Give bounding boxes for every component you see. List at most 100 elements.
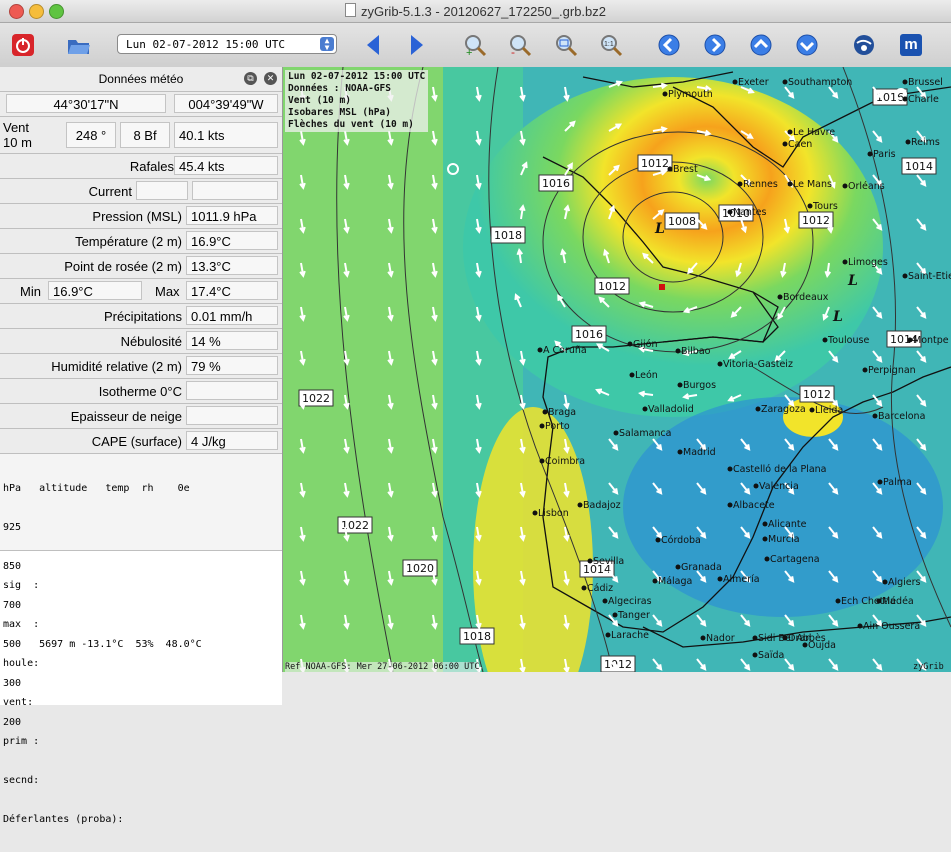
svg-text:1016: 1016 (542, 177, 570, 190)
zoom-fit-icon (554, 33, 578, 57)
wave-max: max : (3, 618, 279, 631)
pan-right-button[interactable] (702, 32, 728, 58)
pan-down-button[interactable] (794, 32, 820, 58)
city-dot (753, 636, 758, 641)
pan-up-button[interactable] (748, 32, 774, 58)
current-label: Current (89, 182, 132, 201)
city-label: Badajoz (583, 500, 621, 511)
open-file-button[interactable] (66, 32, 92, 58)
city-dot (630, 373, 635, 378)
city-label: Castelló de la Plana (733, 464, 827, 475)
globe-button[interactable] (851, 32, 877, 58)
power-button[interactable] (10, 32, 36, 58)
city-label: Coimbra (545, 456, 585, 467)
city-dot (540, 459, 545, 464)
next-date-button[interactable] (404, 32, 430, 58)
overlay-date: Lun 02-07-2012 15:00 UTC (288, 71, 425, 83)
city-dot (836, 599, 841, 604)
city-dot (873, 414, 878, 419)
m-button[interactable]: m (898, 32, 924, 58)
city-label: Vitoria-Gasteiz (723, 359, 793, 370)
altitude-row-200: 200 (3, 716, 279, 729)
wind-height-label: 10 m (3, 135, 32, 150)
svg-text:1018: 1018 (463, 630, 491, 643)
date-select[interactable]: Lun 02-07-2012 15:00 UTC▲▼ (117, 34, 337, 54)
city-dot (738, 182, 743, 187)
precipitation-row: Précipitations 0.01 mm/h (0, 303, 282, 328)
city-dot (753, 653, 758, 658)
wave-wind: vent: (3, 696, 279, 709)
humidity-value: 79 % (186, 356, 278, 375)
altitude-table-header: hPa altitude temp rh 0e (3, 482, 279, 495)
city-label: Orléans (848, 181, 885, 192)
current-value-2 (192, 181, 278, 200)
city-dot (763, 537, 768, 542)
city-dot (788, 130, 793, 135)
max-label: Max (155, 282, 180, 301)
city-dot (578, 503, 583, 508)
zoom-out-button[interactable]: - (507, 32, 533, 58)
document-icon (345, 3, 356, 17)
city-label: Algiers (888, 577, 921, 588)
city-dot (628, 342, 633, 347)
previous-date-button[interactable] (360, 32, 386, 58)
city-label: Larache (611, 630, 649, 641)
chevron-updown-icon: ▲▼ (320, 37, 334, 51)
svg-text:L: L (654, 221, 665, 237)
minmax-row: Min 16.9°C Max 17.4°C (0, 278, 282, 303)
city-dot (603, 599, 608, 604)
close-icon[interactable]: ✕ (264, 72, 277, 85)
city-label: Porto (545, 421, 570, 432)
city-dot (728, 210, 733, 215)
longitude-value: 004°39'49"W (174, 94, 278, 113)
temperature-value: 16.9°C (186, 231, 278, 250)
cloud-label: Nébulosité (121, 332, 182, 351)
city-label: Charle (908, 94, 939, 105)
detach-icon[interactable]: ⧉ (244, 72, 257, 85)
city-label: Córdoba (661, 535, 701, 546)
zoom-out-icon: - (508, 33, 532, 57)
svg-text:1012: 1012 (802, 214, 830, 227)
city-label: Plymouth (668, 89, 713, 100)
city-dot (883, 580, 888, 585)
zoom-1to1-button[interactable]: 1:1 (598, 32, 624, 58)
city-dot (678, 450, 683, 455)
city-dot (701, 636, 706, 641)
city-label: Braga (548, 407, 576, 418)
current-row: Current (0, 178, 282, 203)
dewpoint-label: Point de rosée (2 m) (64, 257, 182, 276)
pressure-label: Pression (MSL) (92, 207, 182, 226)
city-label: Brest (673, 164, 698, 175)
city-label: Le Havre (793, 127, 835, 138)
city-dot (663, 92, 668, 97)
pan-left-button[interactable] (656, 32, 682, 58)
city-dot (643, 407, 648, 412)
selected-point-marker (659, 284, 665, 290)
city-label: Médéa (882, 596, 914, 607)
city-label: León (635, 370, 658, 381)
city-dot (843, 260, 848, 265)
svg-text:1016: 1016 (575, 328, 603, 341)
svg-text:1022: 1022 (302, 392, 330, 405)
weather-map[interactable]: 1016 1012 1008 1010 1012 1018 1016 1012 … (283, 67, 951, 672)
isotherm-row: Isotherme 0°C (0, 378, 282, 403)
city-label: A Coruña (543, 345, 587, 356)
dewpoint-value: 13.3°C (186, 256, 278, 275)
svg-text:1012: 1012 (803, 388, 831, 401)
city-label: Alicante (768, 519, 807, 530)
panel-header: Données météo ⧉ ✕ (0, 67, 282, 91)
zoom-in-button[interactable]: + (462, 32, 488, 58)
pressure-value: 1011.9 hPa (186, 206, 278, 225)
zoom-fit-button[interactable] (553, 32, 579, 58)
m-icon: m (900, 34, 922, 56)
svg-text:L: L (847, 273, 858, 289)
breaking-waves: Déferlantes (proba): (3, 813, 279, 826)
city-label: Valencia (759, 481, 799, 492)
city-label: Nador (706, 633, 735, 644)
city-label: Cádiz (587, 583, 613, 594)
power-icon (11, 33, 35, 57)
svg-text:-: - (511, 45, 515, 57)
svg-text:1020: 1020 (406, 562, 434, 575)
city-label: Lleida (815, 405, 843, 416)
isotherm-value (186, 381, 278, 400)
